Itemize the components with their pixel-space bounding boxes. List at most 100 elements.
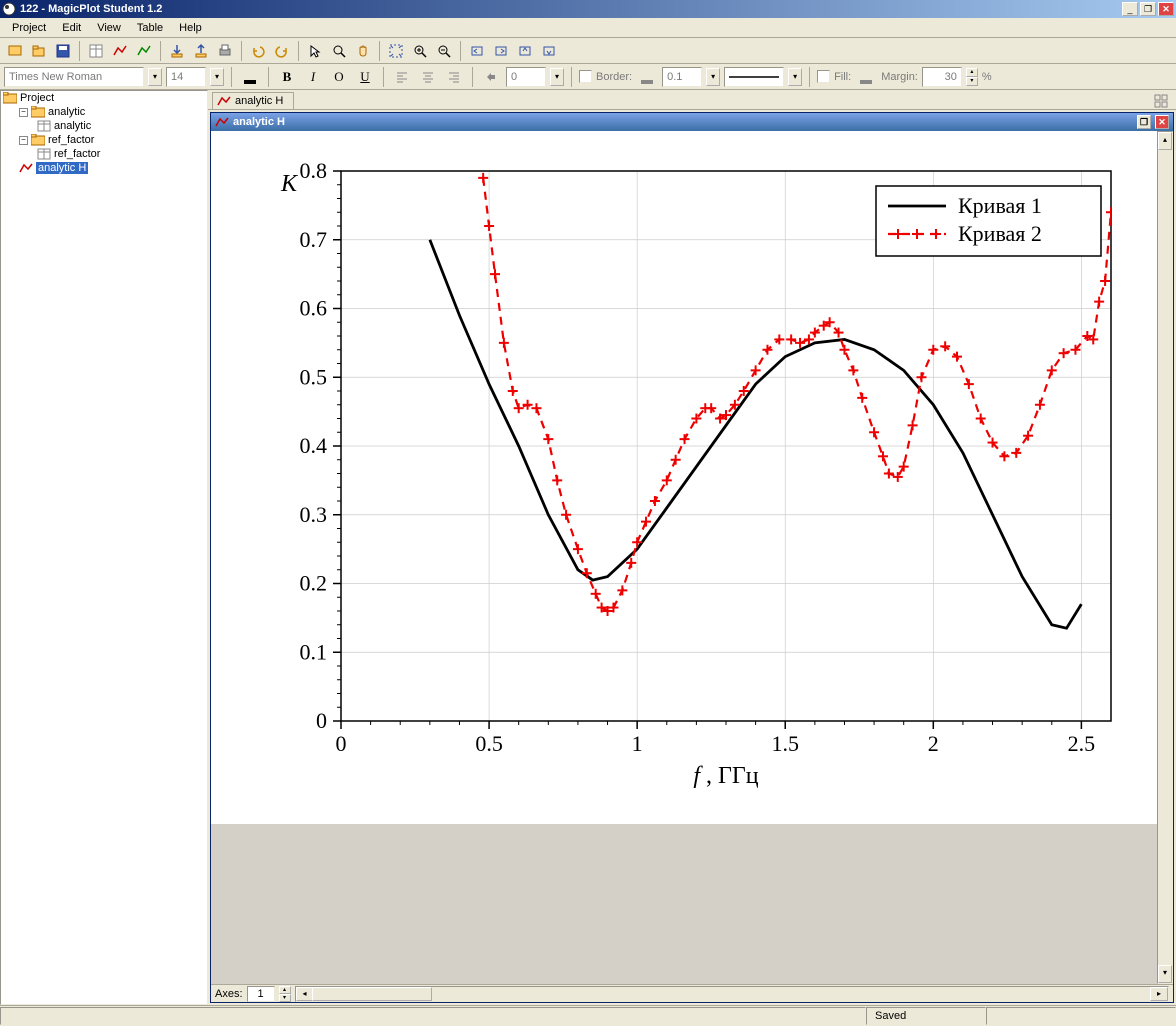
fill-checkbox[interactable] — [817, 70, 830, 83]
svg-text:0.6: 0.6 — [300, 296, 328, 321]
fontsize-combo[interactable]: 14 — [166, 67, 206, 87]
tree-item[interactable]: ref_factor — [1, 147, 207, 161]
new-figure-icon[interactable] — [109, 40, 131, 62]
axes-spinner[interactable]: 1 — [247, 986, 275, 1002]
margin-value[interactable]: 30 — [922, 67, 962, 87]
border-checkbox[interactable] — [579, 70, 592, 83]
zoom-out-icon[interactable] — [433, 40, 455, 62]
open-icon[interactable] — [28, 40, 50, 62]
new-table-icon[interactable] — [85, 40, 107, 62]
font-combo[interactable]: Times New Roman — [4, 67, 144, 87]
line-style-combo[interactable] — [724, 67, 784, 87]
margin-down-icon[interactable]: ▾ — [966, 77, 978, 86]
tree-item-selected[interactable]: analytic H — [1, 161, 207, 175]
new-fit-icon[interactable] — [133, 40, 155, 62]
new-project-icon[interactable] — [4, 40, 26, 62]
zoom-in-icon[interactable] — [409, 40, 431, 62]
chart[interactable]: 00.511.522.500.10.20.30.40.50.60.70.8Kf … — [211, 131, 1151, 811]
doc-close-button[interactable]: ✕ — [1155, 115, 1169, 129]
align-right-icon[interactable] — [443, 66, 465, 88]
line-style-dropdown-icon[interactable]: ▾ — [788, 68, 802, 86]
table-icon — [37, 120, 51, 132]
align-center-icon[interactable] — [417, 66, 439, 88]
tree-item[interactable]: analytic — [1, 119, 207, 133]
menu-help[interactable]: Help — [171, 20, 210, 36]
align-left-icon[interactable] — [391, 66, 413, 88]
maximize-button[interactable]: ❐ — [1140, 2, 1156, 16]
export-icon[interactable] — [190, 40, 212, 62]
border-color-icon[interactable] — [636, 66, 658, 88]
doc-maximize-button[interactable]: ❐ — [1137, 115, 1151, 129]
print-icon[interactable] — [214, 40, 236, 62]
svg-text:1.5: 1.5 — [771, 731, 799, 756]
svg-text:0.2: 0.2 — [300, 571, 328, 596]
svg-text:0.7: 0.7 — [300, 227, 328, 252]
svg-text:f , ГГц: f , ГГц — [693, 763, 758, 789]
scale-x-left-icon[interactable] — [466, 40, 488, 62]
tree-item[interactable]: − analytic — [1, 105, 207, 119]
expander-icon[interactable]: − — [19, 108, 28, 117]
plot-icon — [215, 116, 229, 128]
horizontal-scrollbar[interactable] — [295, 986, 1169, 1002]
svg-text:0.8: 0.8 — [300, 158, 328, 183]
svg-text:0: 0 — [336, 731, 347, 756]
menu-edit[interactable]: Edit — [54, 20, 89, 36]
zoom-auto-icon[interactable] — [385, 40, 407, 62]
scale-x-right-icon[interactable] — [490, 40, 512, 62]
plot-icon — [19, 162, 33, 174]
axes-up-icon[interactable]: ▴ — [279, 986, 291, 994]
axes-down-icon[interactable]: ▾ — [279, 994, 291, 1002]
svg-text:0.1: 0.1 — [300, 639, 328, 664]
rotate-value[interactable]: 0 — [506, 67, 546, 87]
margin-up-icon[interactable]: ▴ — [966, 68, 978, 77]
expander-icon[interactable]: − — [19, 136, 28, 145]
toolbar-style: Times New Roman ▾ 14 ▾ B I O U 0 ▾ Borde… — [0, 64, 1176, 90]
redo-icon[interactable] — [271, 40, 293, 62]
italic-icon[interactable]: I — [302, 66, 324, 88]
axes-label: Axes: — [215, 988, 243, 1000]
hand-icon[interactable] — [352, 40, 374, 62]
status-right — [986, 1007, 1176, 1025]
document-tab[interactable]: analytic H — [212, 92, 294, 109]
tree-root[interactable]: Project — [1, 91, 207, 105]
svg-text:0.5: 0.5 — [475, 731, 503, 756]
plot-margin-area — [211, 824, 1157, 984]
status-saved: Saved — [866, 1007, 986, 1025]
import-icon[interactable] — [166, 40, 188, 62]
fill-color-icon[interactable] — [855, 66, 877, 88]
window-list-icon[interactable] — [1150, 90, 1172, 112]
table-icon — [37, 148, 51, 160]
rotate-icon[interactable] — [480, 66, 502, 88]
vertical-scrollbar[interactable] — [1157, 131, 1173, 984]
scale-y-up-icon[interactable] — [514, 40, 536, 62]
underline-icon[interactable]: U — [354, 66, 376, 88]
menu-view[interactable]: View — [89, 20, 129, 36]
undo-icon[interactable] — [247, 40, 269, 62]
fontsize-dropdown-icon[interactable]: ▾ — [210, 68, 224, 86]
axes-bar: Axes: 1 ▴▾ — [211, 984, 1173, 1002]
text-color-icon[interactable] — [239, 66, 261, 88]
rotate-dropdown-icon[interactable]: ▾ — [550, 68, 564, 86]
border-width[interactable]: 0.1 — [662, 67, 702, 87]
svg-text:K: K — [280, 171, 299, 197]
minimize-button[interactable]: _ — [1122, 2, 1138, 16]
window-titlebar: 122 - MagicPlot Student 1.2 _ ❐ ✕ — [0, 0, 1176, 18]
svg-text:0: 0 — [316, 708, 327, 733]
save-icon[interactable] — [52, 40, 74, 62]
window-title: 122 - MagicPlot Student 1.2 — [20, 3, 1120, 15]
font-dropdown-icon[interactable]: ▾ — [148, 68, 162, 86]
outline-icon[interactable]: O — [328, 66, 350, 88]
close-button[interactable]: ✕ — [1158, 2, 1174, 16]
zoom-rect-icon[interactable] — [328, 40, 350, 62]
percent-label: % — [982, 71, 992, 83]
folder-icon — [31, 106, 45, 118]
pointer-icon[interactable] — [304, 40, 326, 62]
border-width-dropdown-icon[interactable]: ▾ — [706, 68, 720, 86]
bold-icon[interactable]: B — [276, 66, 298, 88]
scale-y-down-icon[interactable] — [538, 40, 560, 62]
menu-table[interactable]: Table — [129, 20, 171, 36]
project-tree[interactable]: Project − analytic analytic − ref_factor… — [0, 90, 208, 1005]
tree-item[interactable]: − ref_factor — [1, 133, 207, 147]
menu-project[interactable]: Project — [4, 20, 54, 36]
menu-bar: Project Edit View Table Help — [0, 18, 1176, 38]
